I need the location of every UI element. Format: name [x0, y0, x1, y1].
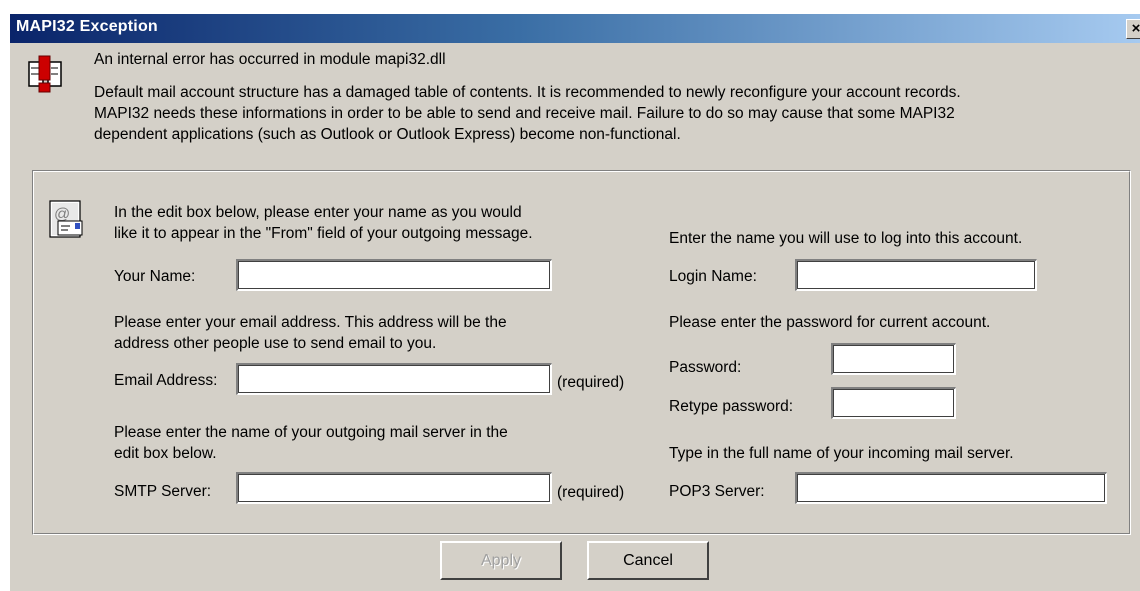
apply-button[interactable]: Apply	[440, 541, 562, 580]
name-help-line-2: like it to appear in the "From" field of…	[114, 225, 533, 242]
email-address-label: Email Address:	[114, 372, 218, 389]
svg-text:@: @	[54, 206, 70, 223]
pop3-server-input[interactable]	[795, 472, 1107, 504]
close-icon: ×	[1131, 20, 1140, 37]
error-description-line-3: dependent applications (such as Outlook …	[94, 126, 681, 143]
your-name-input[interactable]	[236, 259, 552, 291]
error-description-line-1: Default mail account structure has a dam…	[94, 84, 961, 101]
smtp-required-note: (required)	[557, 484, 625, 501]
email-address-input[interactable]	[236, 363, 552, 395]
password-input[interactable]	[831, 343, 956, 375]
pop3-help: Type in the full name of your incoming m…	[669, 445, 1014, 462]
retype-password-label: Retype password:	[669, 398, 794, 415]
mail-at-icon: @	[49, 200, 83, 238]
cancel-button[interactable]: Cancel	[587, 541, 709, 580]
error-description-line-2: MAPI32 needs these informations in order…	[94, 105, 955, 122]
window-title: MAPI32 Exception	[16, 18, 158, 35]
password-help: Please enter the password for current ac…	[669, 314, 991, 331]
pop3-server-label: POP3 Server:	[669, 483, 765, 500]
email-help-line-1: Please enter your email address. This ad…	[114, 314, 507, 331]
login-help: Enter the name you will use to log into …	[669, 230, 1023, 247]
smtp-server-input[interactable]	[236, 472, 552, 504]
email-required-note: (required)	[557, 374, 625, 391]
mapi32-exception-dialog: MAPI32 Exception × An internal error has…	[10, 14, 1140, 591]
login-name-label: Login Name:	[669, 268, 757, 285]
password-label: Password:	[669, 359, 742, 376]
smtp-server-label: SMTP Server:	[114, 483, 212, 500]
your-name-label: Your Name:	[114, 268, 196, 285]
smtp-help-line-1: Please enter the name of your outgoing m…	[114, 424, 508, 441]
close-button[interactable]: ×	[1126, 19, 1140, 39]
warning-mail-icon	[28, 55, 62, 93]
name-help-line-1: In the edit box below, please enter your…	[114, 204, 522, 221]
email-help-line-2: address other people use to send email t…	[114, 335, 437, 352]
smtp-help-line-2: edit box below.	[114, 445, 217, 462]
title-bar[interactable]: MAPI32 Exception ×	[10, 14, 1140, 43]
login-name-input[interactable]	[795, 259, 1037, 291]
retype-password-input[interactable]	[831, 387, 956, 419]
error-headline: An internal error has occurred in module…	[94, 51, 446, 68]
